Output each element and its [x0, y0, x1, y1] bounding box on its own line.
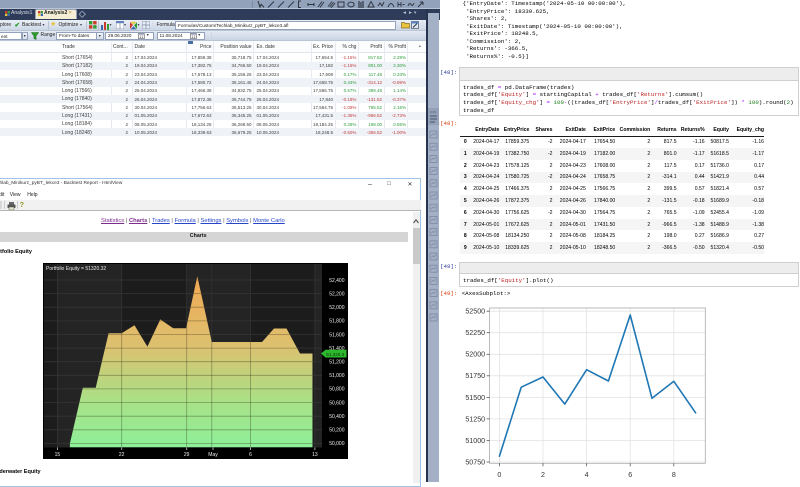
svg-text:6: 6 — [249, 451, 252, 457]
svg-text:May: May — [208, 451, 218, 457]
svg-text:52,000: 52,000 — [329, 305, 345, 311]
svg-text:52250: 52250 — [465, 329, 485, 337]
svg-text:52,200: 52,200 — [329, 291, 345, 297]
svg-text:50,000: 50,000 — [329, 441, 345, 447]
svg-text:2: 2 — [541, 471, 545, 479]
svg-text:52500: 52500 — [465, 308, 485, 316]
svg-text:0: 0 — [497, 471, 501, 479]
svg-text:51,600: 51,600 — [329, 332, 345, 338]
svg-text:51500: 51500 — [465, 394, 485, 402]
svg-text:15: 15 — [54, 451, 60, 457]
svg-text:51250: 51250 — [465, 415, 485, 423]
svg-text:51,200: 51,200 — [329, 359, 345, 365]
svg-text:50750: 50750 — [465, 458, 485, 466]
svg-text:13: 13 — [312, 451, 318, 457]
svg-text:50,400: 50,400 — [329, 414, 345, 420]
svg-text:50,800: 50,800 — [329, 386, 345, 392]
svg-text:8: 8 — [672, 471, 676, 479]
svg-text:51,000: 51,000 — [329, 373, 345, 379]
svg-text:Portfolio Equity = 51320.32: Portfolio Equity = 51320.32 — [46, 266, 106, 272]
svg-text:4: 4 — [585, 471, 589, 479]
svg-text:6: 6 — [628, 471, 632, 479]
svg-text:29: 29 — [183, 451, 189, 457]
svg-text:51,800: 51,800 — [329, 318, 345, 324]
svg-text:51750: 51750 — [465, 372, 485, 380]
svg-text:51,320.3: 51,320.3 — [326, 351, 344, 356]
svg-text:50,600: 50,600 — [329, 400, 345, 406]
svg-text:52000: 52000 — [465, 351, 485, 359]
svg-text:22: 22 — [118, 451, 124, 457]
svg-text:52,400: 52,400 — [329, 277, 345, 283]
svg-text:50,200: 50,200 — [329, 427, 345, 433]
svg-text:51000: 51000 — [465, 437, 485, 445]
